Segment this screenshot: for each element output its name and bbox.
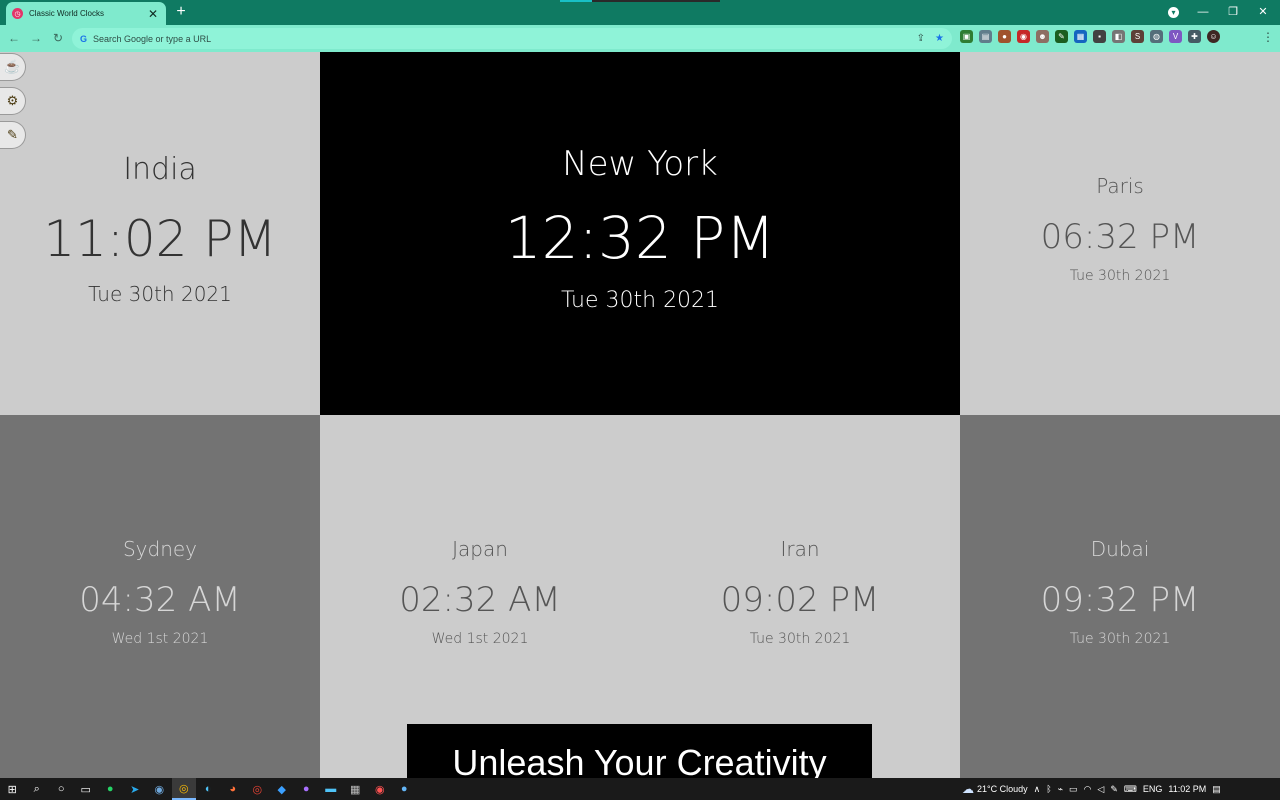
bookmark-star-icon[interactable]: ★	[935, 33, 944, 44]
minimize-button[interactable]: —	[1188, 0, 1218, 25]
firefox-icon[interactable]: ◕	[221, 778, 246, 800]
clock-city: Dubai	[1090, 537, 1150, 561]
chrome-profile-icon[interactable]: ◎	[245, 778, 270, 800]
clock-date: Tue 30th 2021	[1069, 268, 1171, 284]
vscode-icon[interactable]: ◆	[270, 778, 295, 800]
pencil-icon: ✎	[7, 127, 18, 142]
clock-city: Sydney	[122, 537, 198, 561]
clock-time: 06:32 PM	[1040, 217, 1200, 257]
extension-icon[interactable]: ◧	[1112, 30, 1125, 43]
extensions-puzzle-icon[interactable]: ✚	[1188, 30, 1201, 43]
google-g-icon: G	[80, 33, 88, 44]
extension-icon[interactable]: ◉	[1017, 30, 1030, 43]
bluetooth-icon[interactable]: ᛒ	[1046, 784, 1051, 794]
extension-icon[interactable]: S	[1131, 30, 1144, 43]
clock-time: 09:02 PM	[720, 580, 880, 620]
extension-icon[interactable]: V	[1169, 30, 1182, 43]
clock-date: Wed 1st 2021	[111, 631, 209, 647]
edge-icon[interactable]: ◐	[196, 778, 221, 800]
keyboard-icon[interactable]: ⌨	[1124, 784, 1137, 795]
browser-menu-icon[interactable]: ⋮	[1262, 30, 1274, 44]
extension-icon[interactable]: ◍	[1150, 30, 1163, 43]
gear-icon: ⚙	[6, 93, 19, 108]
tab-bar-accent-highlight	[560, 0, 592, 2]
clock-city: Paris	[1096, 174, 1144, 198]
language-indicator[interactable]: ENG	[1143, 784, 1163, 794]
reload-icon[interactable]: ↻	[50, 31, 66, 45]
address-bar[interactable]: G ⇪ ★	[72, 28, 952, 49]
clock-time: 11:02 PM	[43, 210, 277, 268]
new-tab-button[interactable]: +	[172, 3, 190, 21]
extension-icon[interactable]: ▤	[979, 30, 992, 43]
tray-overflow-icon[interactable]: ∧	[1034, 784, 1041, 795]
restore-button[interactable]: ❐	[1218, 0, 1248, 25]
calculator-icon[interactable]: ▦	[343, 778, 368, 800]
extension-icon[interactable]: ▦	[1074, 30, 1087, 43]
close-window-button[interactable]: ✕	[1248, 0, 1278, 25]
chrome-icon[interactable]: ◎	[171, 778, 196, 800]
search-icon[interactable]: ⌕	[25, 778, 50, 800]
cloud-icon[interactable]: ☁	[962, 782, 974, 796]
network-icon[interactable]: ⌁	[1058, 784, 1063, 795]
clock-date: Tue 30th 2021	[749, 631, 851, 647]
extensions-row: ▣ ▤ ● ◉ ☻ ✎ ▦ ▪ ◧ S ◍ V ✚ ☺	[960, 30, 1220, 43]
task-view-icon[interactable]: ▭	[74, 778, 99, 800]
extension-icon[interactable]: ▪	[1093, 30, 1106, 43]
clock-tile-paris: Paris 06:32 PM Tue 30th 2021	[960, 52, 1280, 415]
whatsapp-icon[interactable]: ●	[98, 778, 123, 800]
browser-tab[interactable]: ◷ Classic World Clocks ✕	[6, 2, 166, 25]
share-icon[interactable]: ⇪	[917, 33, 925, 44]
tab-search-icon[interactable]: ▾	[1168, 7, 1179, 18]
app-icon[interactable]: ●	[392, 778, 417, 800]
taskbar-clock[interactable]: 11:02 PM	[1168, 784, 1206, 794]
browser-tab-bar: ◷ Classic World Clocks ✕ + ▾ — ❐ ✕	[0, 0, 1280, 25]
taskbar-apps: ⊞ ⌕ ○ ▭ ● ➤ ◉ ◎ ◐ ◕ ◎ ◆ ● ▬ ▦ ◉ ●	[0, 778, 417, 800]
clock-date: Tue 30th 2021	[88, 282, 232, 306]
clock-favicon-icon: ◷	[12, 8, 23, 19]
tab-close-icon[interactable]: ✕	[146, 7, 160, 21]
clock-time: 02:32 AM	[399, 580, 561, 620]
notification-icon[interactable]: ▤	[1212, 784, 1221, 795]
clock-date: Tue 30th 2021	[560, 288, 720, 313]
volume-icon[interactable]: ◁	[1097, 784, 1104, 795]
weather-text[interactable]: 21°C Cloudy	[977, 784, 1028, 794]
world-clock-grid: India 11:02 PM Tue 30th 2021 New York 12…	[0, 52, 1280, 778]
clock-time: 04:32 AM	[79, 580, 241, 620]
telegram-icon[interactable]: ➤	[123, 778, 148, 800]
battery-icon[interactable]: ▭	[1069, 784, 1078, 795]
cortana-icon[interactable]: ○	[49, 778, 74, 800]
cup-icon: ☕	[4, 59, 21, 74]
extension-icon[interactable]: ▣	[960, 30, 973, 43]
extension-icon[interactable]: ✎	[1055, 30, 1068, 43]
app-icon[interactable]: ◉	[147, 778, 172, 800]
clock-tile-dubai: Dubai 09:32 PM Tue 30th 2021	[960, 415, 1280, 778]
system-tray: ☁ 21°C Cloudy ∧ ᛒ ⌁ ▭ ◠ ◁ ✎ ⌨ ENG 11:02 …	[962, 778, 1280, 800]
clock-city: Iran	[780, 537, 820, 561]
clock-time: 09:32 PM	[1040, 580, 1200, 620]
clock-tile-india: India 11:02 PM Tue 30th 2021	[0, 52, 320, 415]
back-arrow-icon[interactable]: ←	[6, 31, 22, 45]
clock-time: 12:32 PM	[504, 204, 776, 272]
app-icon[interactable]: ●	[294, 778, 319, 800]
record-icon[interactable]: ◉	[368, 778, 393, 800]
profile-avatar-icon[interactable]: ☺	[1207, 30, 1220, 43]
windows-taskbar: ⊞ ⌕ ○ ▭ ● ➤ ◉ ◎ ◐ ◕ ◎ ◆ ● ▬ ▦ ◉ ● ☁ 21°C…	[0, 778, 1280, 800]
address-input[interactable]	[93, 33, 907, 44]
forward-arrow-icon[interactable]: →	[28, 31, 44, 45]
clock-city: New York	[562, 144, 718, 184]
start-windows-icon[interactable]: ⊞	[0, 778, 25, 800]
wifi-icon[interactable]: ◠	[1084, 784, 1092, 795]
tab-title: Classic World Clocks	[29, 9, 104, 18]
clock-city: India	[123, 152, 197, 187]
extension-icon[interactable]: ●	[998, 30, 1011, 43]
app-icon[interactable]: ▬	[319, 778, 344, 800]
extension-icon[interactable]: ☻	[1036, 30, 1049, 43]
clock-city: Japan	[452, 537, 508, 561]
clock-tile-new-york: New York 12:32 PM Tue 30th 2021	[320, 52, 960, 415]
clock-date: Tue 30th 2021	[1069, 631, 1171, 647]
clock-tile-sydney: Sydney 04:32 AM Wed 1st 2021	[0, 415, 320, 778]
clock-date: Wed 1st 2021	[431, 631, 529, 647]
pen-icon[interactable]: ✎	[1110, 784, 1118, 795]
